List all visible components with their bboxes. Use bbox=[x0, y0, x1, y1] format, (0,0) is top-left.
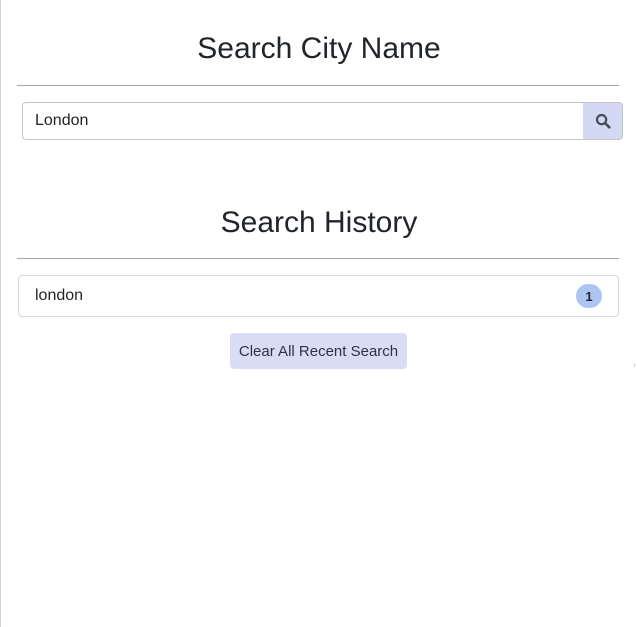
search-history-list: london 1 bbox=[18, 275, 619, 317]
history-title: Search History bbox=[220, 206, 418, 239]
city-search-input[interactable] bbox=[22, 102, 583, 140]
search-icon bbox=[595, 113, 611, 129]
clear-history-button[interactable]: Clear All Recent Search bbox=[230, 333, 407, 369]
history-count-badge: 1 bbox=[576, 284, 602, 308]
search-title: Search City Name bbox=[197, 32, 441, 65]
divider bbox=[17, 258, 619, 259]
history-item-label: london bbox=[35, 287, 84, 304]
search-form bbox=[22, 102, 623, 140]
history-item[interactable]: london 1 bbox=[18, 275, 619, 317]
page: Search City Name Search History london 1… bbox=[0, 0, 637, 627]
edge-mark bbox=[634, 364, 635, 367]
search-button[interactable] bbox=[583, 102, 623, 140]
divider bbox=[17, 85, 619, 86]
